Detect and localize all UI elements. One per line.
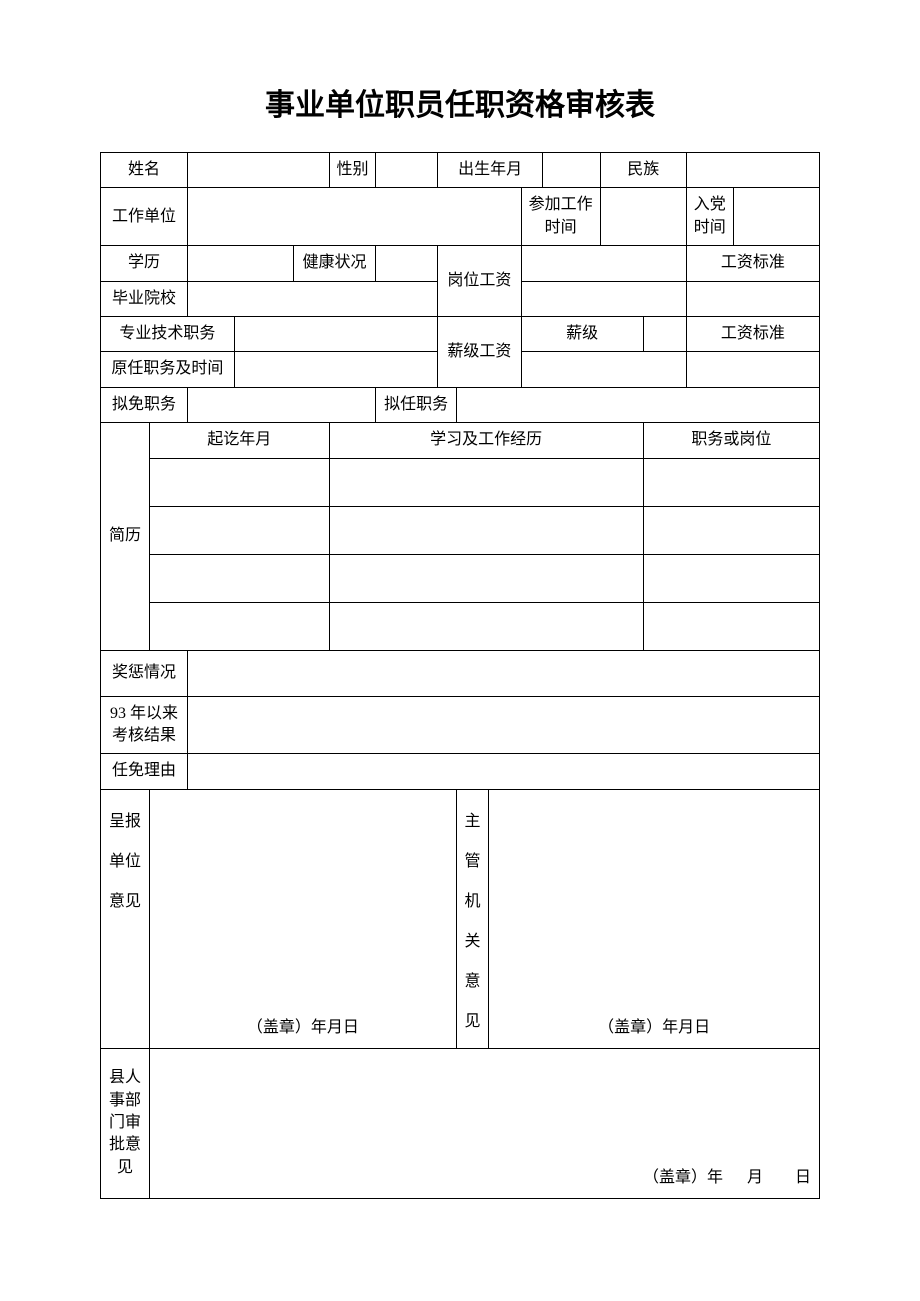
submit-unit-stamp[interactable]: （盖章）年月日: [149, 789, 456, 1048]
resume-exp-2[interactable]: [329, 506, 643, 554]
resume-col2: 学习及工作经历: [329, 423, 643, 458]
birth-value[interactable]: [543, 153, 601, 188]
school-value[interactable]: [187, 281, 437, 316]
reason-value[interactable]: [187, 754, 819, 789]
assessment-label: 93 年以来考核结果: [101, 696, 188, 754]
health-value[interactable]: [376, 246, 438, 281]
resume-date-4[interactable]: [149, 602, 329, 650]
post-salary-value[interactable]: [521, 281, 686, 316]
health-label: 健康状况: [293, 246, 376, 281]
tech-title-label: 专业技术职务: [101, 316, 235, 351]
salary-standard-value-1[interactable]: [686, 281, 819, 316]
resume-post-4[interactable]: [643, 602, 819, 650]
form-title: 事业单位职员任职资格审核表: [100, 80, 820, 124]
resume-date-2[interactable]: [149, 506, 329, 554]
resume-post-3[interactable]: [643, 554, 819, 602]
resume-label: 简历: [101, 423, 150, 650]
salary-standard-value-2[interactable]: [686, 352, 819, 387]
reason-label: 任免理由: [101, 754, 188, 789]
gender-value[interactable]: [376, 153, 438, 188]
former-post-value[interactable]: [234, 352, 437, 387]
assessment-value[interactable]: [187, 696, 819, 754]
grade-salary-label: 薪级工资: [438, 316, 521, 387]
post-level-value[interactable]: [521, 246, 686, 281]
grade-value[interactable]: [643, 316, 686, 351]
appoint-value[interactable]: [456, 387, 819, 422]
appoint-label: 拟任职务: [376, 387, 457, 422]
dismiss-value[interactable]: [187, 387, 375, 422]
supervisor-label: 主管机关意见: [456, 789, 488, 1048]
dismiss-label: 拟免职务: [101, 387, 188, 422]
resume-post-1[interactable]: [643, 458, 819, 506]
party-date-label: 入党时间: [686, 188, 733, 246]
county-label: 县人事部门审批意见: [101, 1048, 150, 1198]
resume-col1: 起讫年月: [149, 423, 329, 458]
work-start-label: 参加工作时间: [521, 188, 600, 246]
resume-exp-4[interactable]: [329, 602, 643, 650]
tech-title-value[interactable]: [234, 316, 437, 351]
ethnic-value[interactable]: [686, 153, 819, 188]
supervisor-stamp[interactable]: （盖章）年月日: [489, 789, 820, 1048]
salary-standard-label-1: 工资标准: [686, 246, 819, 281]
birth-label: 出生年月: [438, 153, 543, 188]
county-day: 日: [795, 1169, 811, 1186]
party-date-value[interactable]: [733, 188, 819, 246]
work-unit-label: 工作单位: [101, 188, 188, 246]
county-month: 月: [747, 1169, 763, 1186]
name-label: 姓名: [101, 153, 188, 188]
post-salary-label: 岗位工资: [438, 246, 521, 317]
work-start-value[interactable]: [600, 188, 686, 246]
resume-date-3[interactable]: [149, 554, 329, 602]
resume-post-2[interactable]: [643, 506, 819, 554]
resume-col3: 职务或岗位: [643, 423, 819, 458]
education-value[interactable]: [187, 246, 293, 281]
work-unit-value[interactable]: [187, 188, 521, 246]
qualification-form: 姓名 性别 出生年月 民族 工作单位 参加工作时间 入党时间 学历 健康状况 岗…: [100, 152, 820, 1199]
education-label: 学历: [101, 246, 188, 281]
school-label: 毕业院校: [101, 281, 188, 316]
ethnic-label: 民族: [600, 153, 686, 188]
grade-label: 薪级: [521, 316, 643, 351]
salary-standard-label-2: 工资标准: [686, 316, 819, 351]
former-post-label: 原任职务及时间: [101, 352, 235, 387]
gender-label: 性别: [329, 153, 376, 188]
resume-date-1[interactable]: [149, 458, 329, 506]
submit-unit-label: 呈报单位意见: [101, 789, 150, 1048]
resume-exp-1[interactable]: [329, 458, 643, 506]
resume-exp-3[interactable]: [329, 554, 643, 602]
rewards-label: 奖惩情况: [101, 650, 188, 696]
grade-salary-value[interactable]: [521, 352, 686, 387]
rewards-value[interactable]: [187, 650, 819, 696]
name-value[interactable]: [187, 153, 329, 188]
county-stamp-text: （盖章）年: [643, 1169, 723, 1186]
county-stamp[interactable]: （盖章）年 月 日: [149, 1048, 819, 1198]
